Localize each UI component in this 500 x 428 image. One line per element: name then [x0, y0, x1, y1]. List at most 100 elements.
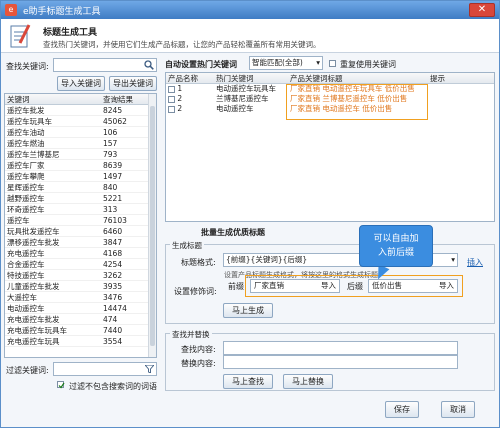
list-item[interactable]: 遥控车燃油 157 — [5, 138, 156, 149]
result-cell: 313 — [103, 205, 118, 214]
keyword-cell: 越野遥控车 — [7, 194, 45, 203]
col-product-name[interactable]: 产品名称 — [168, 73, 198, 84]
prefix-label: 前缀 — [228, 282, 244, 291]
column-keyword[interactable]: 关键词 — [5, 94, 101, 104]
checkmark-icon — [58, 382, 65, 389]
list-item[interactable]: 遥控车厂家 8639 — [5, 160, 156, 171]
search-icon[interactable] — [144, 60, 154, 70]
export-keywords-button[interactable]: 导出关键词 — [109, 76, 157, 91]
result-cell: 3935 — [103, 282, 123, 291]
result-cell: 106 — [103, 128, 118, 137]
match-mode-select[interactable]: 智能匹配(全部) ▾ — [249, 56, 323, 70]
keyword-cell: 充电遥控车批发 — [7, 315, 60, 324]
list-item[interactable]: 遥控车油动 106 — [5, 127, 156, 138]
filter-checkbox-label: 过滤不包含搜索词的词语 — [69, 382, 157, 391]
result-cell: 14474 — [103, 304, 127, 313]
keyword-cell: 遥控车兰博基尼 — [7, 150, 60, 159]
replace-now-button[interactable]: 马上替换 — [283, 374, 333, 389]
keyword-cell: 充电遥控车玩具 — [7, 337, 60, 346]
result-cell: 793 — [103, 150, 118, 159]
keyword-cell: 环奇遥控车 — [7, 205, 45, 214]
result-cell: 1497 — [103, 172, 123, 181]
list-item[interactable]: 充电遥控车玩具 3554 — [5, 336, 156, 347]
result-cell: 157 — [103, 139, 118, 148]
list-item[interactable]: 遥控车攀爬 1497 — [5, 171, 156, 182]
keyword-list-scrollbar[interactable] — [148, 94, 156, 357]
row-checkbox[interactable] — [168, 85, 175, 93]
list-item[interactable]: 越野遥控车 5221 — [5, 193, 156, 204]
list-item[interactable]: 遥控车兰博基尼 793 — [5, 149, 156, 160]
list-item[interactable]: 星辉遥控车 840 — [5, 182, 156, 193]
chevron-down-icon: ▾ — [451, 255, 455, 264]
table-header: 产品名称 热门关键词 产品关键词标题 提示 — [166, 73, 494, 84]
list-item[interactable]: 漂移遥控车批发 3847 — [5, 237, 156, 248]
repeat-keyword-checkbox[interactable] — [329, 60, 336, 67]
list-item[interactable]: 充电遥控车批发 474 — [5, 314, 156, 325]
keyword-cell: 遥控车油动 — [7, 128, 45, 137]
list-item[interactable]: 遥控车批发 8245 — [5, 105, 156, 116]
insert-link[interactable]: 插入 — [467, 257, 483, 268]
prefix-suffix-highlight-box — [245, 275, 463, 297]
result-cell: 3554 — [103, 337, 123, 346]
filter-icon[interactable] — [145, 365, 154, 373]
list-item[interactable]: 大遥控车 3476 — [5, 292, 156, 303]
filter-input[interactable] — [53, 362, 157, 376]
result-cell: 8639 — [103, 161, 123, 170]
auto-keyword-label: 自动设置热门关键词 — [165, 60, 237, 69]
keyword-cell: 遥控车燃油 — [7, 139, 45, 148]
result-cell: 3262 — [103, 271, 123, 280]
title-bar[interactable]: e e助手标题生成工具 ✕ — [1, 1, 499, 19]
result-cell: 76103 — [103, 216, 127, 225]
keyword-cell: 遥控车批发 — [7, 106, 45, 115]
col-hint[interactable]: 提示 — [430, 73, 445, 84]
scrollbar-thumb[interactable] — [150, 106, 155, 346]
list-item[interactable]: 玩具批发遥控车 6460 — [5, 226, 156, 237]
keyword-cell: 遥控车厂家 — [7, 161, 45, 170]
row-keyword: 兰博基尼遥控车 — [216, 94, 269, 103]
keyword-list[interactable]: 关键词 查询结果 遥控车批发 8245 遥控车玩具车 45062 遥控车油动 106 遥控车… — [4, 93, 157, 358]
batch-title-label: 批量生成优质标题 — [201, 228, 265, 237]
close-button[interactable]: ✕ — [469, 3, 495, 17]
row-checkbox[interactable] — [168, 105, 175, 113]
list-item[interactable]: 儿童遥控车批发 3935 — [5, 281, 156, 292]
keyword-cell: 漂移遥控车批发 — [7, 238, 60, 247]
result-cell: 45062 — [103, 117, 127, 126]
list-item[interactable]: 充电遥控车 4168 — [5, 248, 156, 259]
result-cell: 8245 — [103, 106, 123, 115]
find-label: 查找内容: — [181, 345, 216, 354]
replace-label: 替换内容: — [181, 359, 216, 368]
keyword-search-input[interactable] — [53, 58, 157, 72]
keyword-rows: 遥控车批发 8245 遥控车玩具车 45062 遥控车油动 106 遥控车燃油 157 遥控车兰… — [5, 105, 156, 347]
generate-now-button[interactable]: 马上生成 — [223, 303, 273, 318]
find-now-button[interactable]: 马上查找 — [223, 374, 273, 389]
column-result[interactable]: 查询结果 — [101, 94, 149, 104]
list-item[interactable]: 特技遥控车 3262 — [5, 270, 156, 281]
save-button[interactable]: 保存 — [385, 401, 419, 418]
list-item[interactable]: 环奇遥控车 313 — [5, 204, 156, 215]
keyword-cell: 遥控车玩具车 — [7, 117, 52, 126]
filter-label: 过滤关键词: — [6, 366, 49, 375]
import-keywords-button[interactable]: 导入关键词 — [57, 76, 105, 91]
chevron-down-icon: ▾ — [316, 58, 320, 67]
row-name: 2 — [177, 104, 183, 113]
filter-checkbox[interactable] — [57, 381, 65, 389]
keyword-cell: 玩具批发遥控车 — [7, 227, 60, 236]
keyword-cell: 合金遥控车 — [7, 260, 45, 269]
result-cell: 3476 — [103, 293, 123, 302]
cancel-button[interactable]: 取消 — [441, 401, 475, 418]
list-item[interactable]: 遥控车玩具车 45062 — [5, 116, 156, 127]
col-hot-keyword[interactable]: 热门关键词 — [216, 73, 254, 84]
callout-text: 可以自由加入前后缀 — [373, 234, 419, 258]
replace-input[interactable] — [223, 355, 458, 369]
col-product-title[interactable]: 产品关键词标题 — [290, 73, 343, 84]
keyword-cell: 遥控车攀爬 — [7, 172, 45, 181]
list-item[interactable]: 电动遥控车 14474 — [5, 303, 156, 314]
search-label: 查找关键词: — [6, 62, 49, 71]
keyword-list-header: 关键词 查询结果 — [5, 94, 156, 105]
list-item[interactable]: 遥控车 76103 — [5, 215, 156, 226]
list-item[interactable]: 合金遥控车 4254 — [5, 259, 156, 270]
list-item[interactable]: 充电遥控车玩具车 7440 — [5, 325, 156, 336]
row-checkbox[interactable] — [168, 95, 175, 103]
find-input[interactable] — [223, 341, 458, 355]
callout-note: 可以自由加入前后缀 — [359, 225, 433, 267]
